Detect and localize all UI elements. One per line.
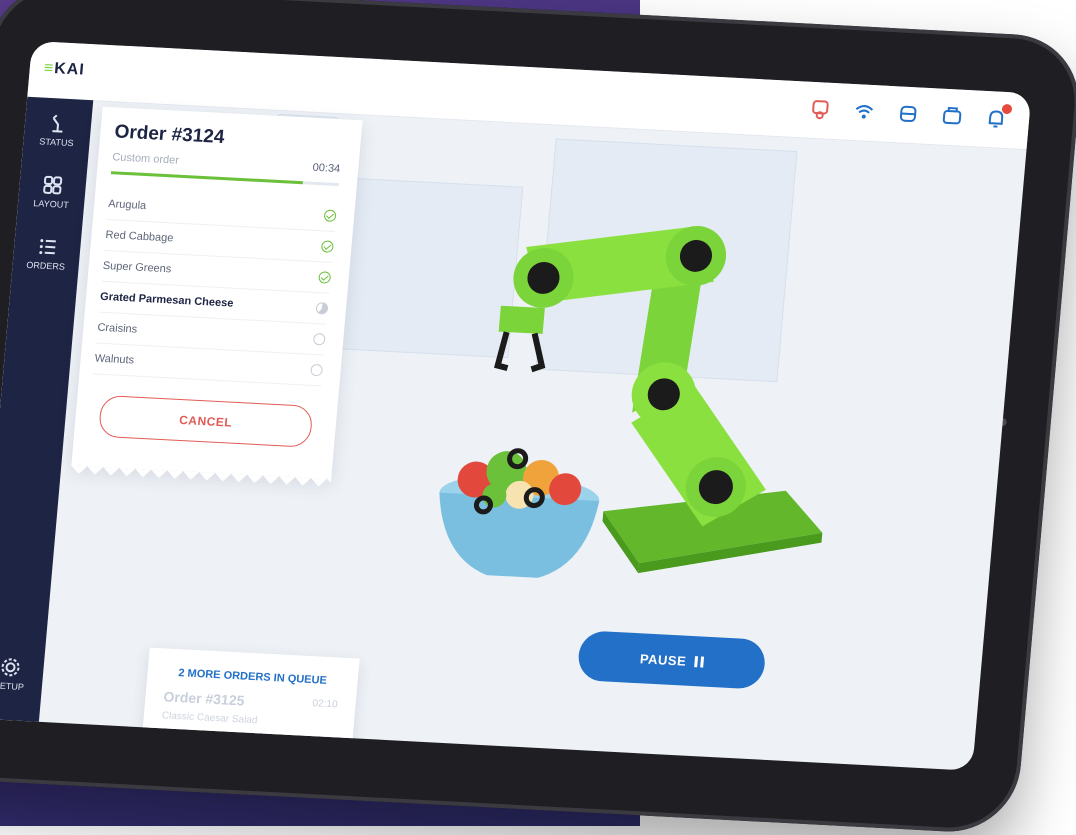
queue-next-time: 02:10	[312, 698, 338, 710]
order-subtitle: Custom order	[112, 151, 180, 166]
robot-arm-icon	[46, 112, 70, 135]
nav-item-status[interactable]: STATUS	[23, 111, 92, 149]
order-progress-fill	[111, 171, 303, 184]
pause-label: PAUSE	[639, 651, 687, 668]
app-logo: ≡KAI	[43, 60, 85, 80]
ingredient-name: Craisins	[97, 322, 138, 336]
storage-icon[interactable]	[896, 102, 920, 125]
nav-item-layout[interactable]: LAYOUT	[18, 172, 87, 210]
ingredient-name: Super Greens	[102, 260, 171, 276]
ingredient-list: Arugula Red Cabbage Super Greens Grated …	[93, 189, 337, 386]
check-circle-icon	[324, 209, 337, 222]
top-status-icons	[808, 98, 1008, 130]
nav-label-status: STATUS	[39, 136, 74, 148]
queue-next-sub: Classic Caesar Salad	[161, 710, 257, 726]
pause-button[interactable]: PAUSE	[577, 630, 767, 690]
ingredient-name: Grated Parmesan Cheese	[100, 291, 234, 310]
nav-item-setup[interactable]: SETUP	[0, 655, 44, 693]
nav-item-orders[interactable]: ORDERS	[12, 234, 81, 272]
check-circle-icon	[321, 240, 334, 253]
ingredient-name: Walnuts	[94, 353, 134, 367]
order-card: Order #3124 Custom order 00:34 Arugula R…	[71, 107, 362, 479]
robot-status-icon[interactable]	[808, 98, 832, 121]
robot-arm-illustration	[347, 169, 861, 593]
gear-icon	[0, 656, 22, 679]
pause-icon	[694, 656, 704, 667]
list-icon	[35, 235, 59, 258]
box-icon[interactable]	[940, 105, 964, 128]
order-title: Order #3124	[114, 121, 226, 149]
receipt-edge	[71, 465, 331, 487]
wifi-icon[interactable]	[852, 100, 876, 123]
nav-label-orders: ORDERS	[26, 260, 65, 272]
tablet-device: ≡KAI	[0, 0, 1076, 835]
queue-title: 2 MORE ORDERS IN QUEUE	[147, 666, 358, 689]
order-timer: 00:34	[312, 162, 341, 175]
logo-text: KAI	[53, 60, 85, 79]
notification-badge	[1002, 104, 1013, 114]
nav-label-setup: SETUP	[0, 680, 24, 692]
order-progress-bar	[111, 171, 339, 186]
empty-circle-icon	[310, 364, 323, 377]
queue-next-order: Order #3125	[163, 688, 245, 708]
cancel-button[interactable]: CANCEL	[98, 395, 313, 448]
nav-label-layout: LAYOUT	[33, 198, 69, 210]
app-screen: ≡KAI	[0, 41, 1031, 771]
grid-layout-icon	[41, 174, 65, 197]
progress-circle-icon	[315, 302, 328, 315]
notification-bell-icon[interactable]	[984, 107, 1008, 130]
ingredient-name: Red Cabbage	[105, 229, 174, 245]
ingredient-name: Arugula	[108, 198, 147, 212]
check-circle-icon	[318, 271, 331, 284]
empty-circle-icon	[313, 333, 326, 346]
